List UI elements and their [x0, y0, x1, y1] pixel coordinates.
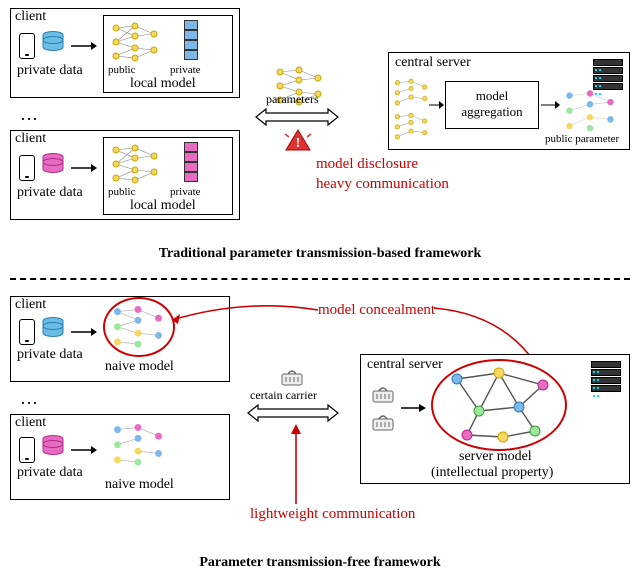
- database-icon: [41, 435, 65, 457]
- private-stack: [184, 20, 198, 60]
- arrow-right-icon: [69, 443, 99, 457]
- private-data-label: private data: [17, 63, 83, 79]
- arrow-right-icon: [401, 401, 427, 415]
- benefit-concealment: model concealment: [318, 302, 435, 319]
- private-label: private: [170, 64, 201, 76]
- server-icon: [591, 361, 621, 393]
- section-divider: [10, 278, 630, 280]
- naive-nn-icon: [111, 421, 165, 467]
- nn-icon: [110, 142, 160, 186]
- top-caption: Traditional parameter transmission-based…: [0, 246, 640, 262]
- red-arrow-icon: [166, 302, 322, 328]
- database-icon: [41, 317, 65, 339]
- arrow-right-icon: [541, 99, 561, 111]
- private-stack: [184, 142, 198, 182]
- server-label: central server: [367, 357, 443, 373]
- problem-heavy-comm: heavy communication: [316, 176, 449, 193]
- private-label: private: [170, 186, 201, 198]
- benefit-lightweight: lightweight communication: [250, 506, 415, 523]
- problem-disclosure: model disclosure: [316, 156, 418, 173]
- arrow-right-icon: [69, 325, 99, 339]
- concealment-circle: [103, 297, 175, 357]
- phone-icon: [19, 319, 35, 345]
- nn-multicolor-icon: [563, 87, 617, 129]
- local-model-box: public private local model: [103, 15, 233, 93]
- public-label: public: [108, 64, 136, 76]
- ip-label: (intellectual property): [431, 465, 553, 481]
- server-label: central server: [395, 55, 471, 71]
- carrier-icon: [371, 385, 395, 403]
- arrow-right-icon: [69, 39, 99, 53]
- concealment-circle: [431, 359, 567, 451]
- double-arrow-icon: [246, 402, 340, 424]
- client-label: client: [15, 415, 46, 431]
- database-icon: [41, 31, 65, 53]
- ellipsis: …: [20, 104, 38, 125]
- server-box: central server model aggregation public …: [388, 52, 630, 150]
- public-label: public: [108, 186, 136, 198]
- client-box-2: client private data naive model: [10, 414, 230, 500]
- server-box: central server: [360, 354, 630, 484]
- private-data-label: private data: [17, 465, 83, 481]
- private-data-label: private data: [17, 347, 83, 363]
- red-arrow-icon: [286, 422, 306, 508]
- naive-model-label: naive model: [105, 477, 174, 493]
- local-model-box: public private local model: [103, 137, 233, 215]
- client-box-2: client private data public private local…: [10, 130, 240, 220]
- aggregation-box: model aggregation: [445, 81, 539, 129]
- parameters-label: parameters: [266, 92, 319, 107]
- client-label: client: [15, 131, 46, 147]
- phone-icon: [19, 155, 35, 181]
- public-parameter-label: public parameter: [545, 133, 619, 145]
- nn-icon: [393, 111, 429, 141]
- arrow-right-icon: [429, 99, 445, 111]
- ellipsis: …: [20, 388, 38, 409]
- database-icon: [41, 153, 65, 175]
- carrier-icon: [280, 368, 304, 386]
- double-arrow-icon: [254, 106, 340, 128]
- warning-icon: !: [284, 128, 312, 154]
- server-model-label: server model: [459, 449, 532, 465]
- nn-icon: [110, 20, 160, 64]
- arrow-right-icon: [69, 161, 99, 175]
- carrier-icon: [371, 413, 395, 431]
- private-data-label: private data: [17, 185, 83, 201]
- param-free-framework: client private data naive model … client…: [0, 290, 640, 569]
- local-model-label: local model: [130, 198, 196, 214]
- traditional-framework: client private data public private local…: [0, 0, 640, 270]
- carrier-label: certain carrier: [250, 388, 317, 403]
- local-model-label: local model: [130, 76, 196, 92]
- svg-text:!: !: [296, 136, 301, 151]
- nn-icon: [393, 77, 429, 107]
- client-box-1: client private data public private local…: [10, 8, 240, 98]
- phone-icon: [19, 437, 35, 463]
- phone-icon: [19, 33, 35, 59]
- naive-model-label: naive model: [105, 359, 174, 375]
- client-label: client: [15, 297, 46, 313]
- client-label: client: [15, 9, 46, 25]
